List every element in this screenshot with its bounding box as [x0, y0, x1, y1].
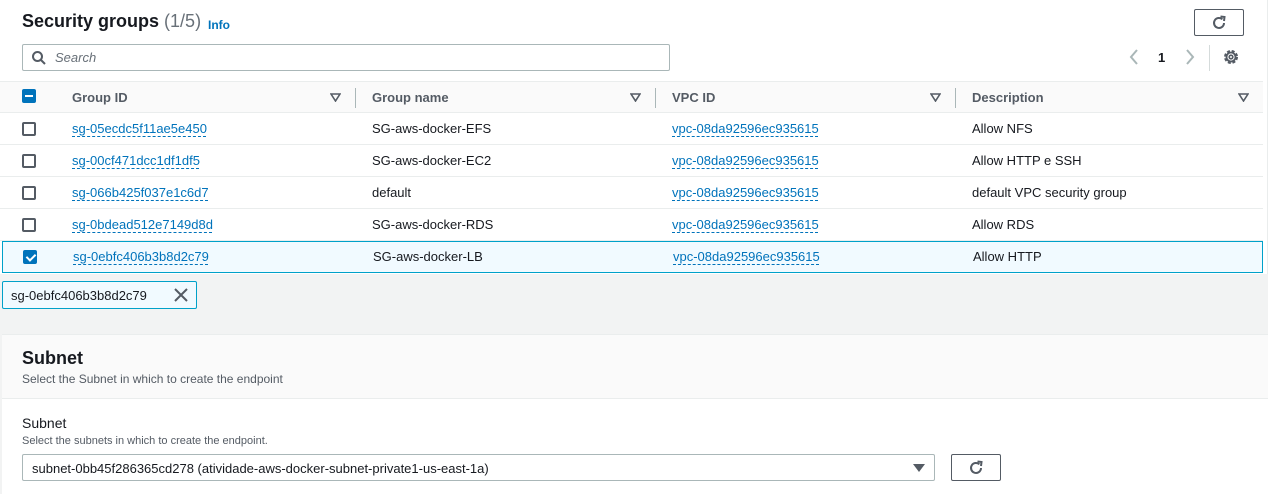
caret-down-icon: [913, 464, 925, 472]
vpc-id-link[interactable]: vpc-08da92596ec935615: [672, 185, 819, 200]
sort-caret-icon[interactable]: [330, 93, 341, 102]
selected-group-token: sg-0ebfc406b3b8d2c79: [2, 281, 197, 309]
subnet-panel: Subnet Select the Subnet in which to cre…: [2, 334, 1268, 494]
description: Allow NFS: [972, 121, 1033, 136]
close-icon[interactable]: [174, 288, 188, 302]
subnet-title: Subnet: [22, 348, 83, 368]
subnet-select-value: subnet-0bb45f286365cd278 (atividade-aws-…: [32, 461, 489, 476]
column-header-vpc-id[interactable]: VPC ID: [672, 90, 715, 105]
refresh-icon: [1213, 15, 1226, 29]
group-id-link[interactable]: sg-00cf471dcc1df1df5: [72, 153, 200, 168]
subnet-refresh-button[interactable]: [951, 454, 1001, 481]
search-icon: [32, 51, 46, 65]
column-header-description[interactable]: Description: [972, 90, 1044, 105]
subnet-description: Select the Subnet in which to create the…: [22, 372, 283, 386]
column-divider[interactable]: [655, 88, 656, 108]
refresh-icon: [970, 460, 983, 474]
table-row[interactable]: sg-05ecdc5f11ae5e450 SG-aws-docker-EFS v…: [0, 113, 1263, 145]
vpc-id-link[interactable]: vpc-08da92596ec935615: [672, 153, 819, 168]
group-name: SG-aws-docker-EC2: [372, 153, 492, 168]
refresh-button[interactable]: [1194, 9, 1244, 36]
search-field[interactable]: [22, 44, 670, 71]
group-name: SG-aws-docker-EFS: [372, 121, 492, 136]
description: Allow HTTP: [973, 249, 1042, 264]
column-divider[interactable]: [955, 88, 956, 108]
subnet-field-description: Select the subnets in which to create th…: [22, 435, 268, 447]
sort-caret-icon[interactable]: [930, 93, 941, 102]
vpc-id-link[interactable]: vpc-08da92596ec935615: [672, 217, 819, 232]
table-row-selected[interactable]: sg-0ebfc406b3b8d2c79 SG-aws-docker-LB vp…: [2, 241, 1263, 273]
security-groups-panel: Security groups (1/5) Info 1 Group ID Gr…: [0, 0, 1268, 274]
info-link[interactable]: Info: [208, 18, 230, 32]
description: Allow RDS: [972, 217, 1035, 232]
column-header-group-id[interactable]: Group ID: [72, 90, 128, 105]
group-id-link[interactable]: sg-0ebfc406b3b8d2c79: [73, 249, 209, 264]
group-id-link[interactable]: sg-05ecdc5f11ae5e450: [72, 121, 207, 136]
security-groups-title: Security groups: [22, 11, 160, 31]
row-checkbox[interactable]: [22, 122, 36, 136]
row-checkbox[interactable]: [22, 218, 36, 232]
description: default VPC security group: [972, 185, 1127, 200]
security-groups-count: (1/5): [164, 11, 202, 31]
pager-divider: [1209, 45, 1210, 71]
column-divider[interactable]: [355, 88, 356, 108]
vpc-id-link[interactable]: vpc-08da92596ec935615: [673, 249, 820, 264]
table-row[interactable]: sg-066b425f037e1c6d7 default vpc-08da925…: [0, 177, 1263, 209]
settings-gear-icon[interactable]: [1221, 47, 1241, 67]
table-header: Group ID Group name VPC ID Description: [0, 81, 1263, 113]
group-name: SG-aws-docker-LB: [373, 249, 483, 264]
sort-caret-icon[interactable]: [1238, 93, 1249, 102]
page-number[interactable]: 1: [1158, 50, 1165, 65]
row-checkbox[interactable]: [22, 154, 36, 168]
vpc-id-link[interactable]: vpc-08da92596ec935615: [672, 121, 819, 136]
chevron-left-icon[interactable]: [1128, 48, 1140, 66]
column-header-group-name[interactable]: Group name: [372, 90, 449, 105]
group-name: default: [372, 185, 412, 200]
chevron-right-icon[interactable]: [1184, 48, 1196, 66]
subnet-field-label: Subnet: [22, 415, 67, 431]
security-groups-heading: Security groups (1/5): [22, 11, 201, 32]
table-row[interactable]: sg-0bdead512e7149d8d SG-aws-docker-RDS v…: [0, 209, 1263, 241]
subnet-header: Subnet Select the Subnet in which to cre…: [2, 335, 1268, 399]
selected-group-token-label: sg-0ebfc406b3b8d2c79: [11, 288, 147, 303]
subnet-select[interactable]: subnet-0bb45f286365cd278 (atividade-aws-…: [22, 454, 935, 481]
table-row[interactable]: sg-00cf471dcc1df1df5 SG-aws-docker-EC2 v…: [0, 145, 1263, 177]
group-id-link[interactable]: sg-066b425f037e1c6d7: [72, 185, 209, 200]
description: Allow HTTP e SSH: [972, 153, 1082, 168]
row-checkbox[interactable]: [22, 186, 36, 200]
group-id-link[interactable]: sg-0bdead512e7149d8d: [72, 217, 213, 232]
row-checkbox-checked[interactable]: [23, 250, 37, 264]
select-all-checkbox[interactable]: [22, 89, 36, 103]
group-name: SG-aws-docker-RDS: [372, 217, 494, 232]
search-input[interactable]: [55, 48, 655, 67]
sort-caret-icon[interactable]: [630, 93, 641, 102]
